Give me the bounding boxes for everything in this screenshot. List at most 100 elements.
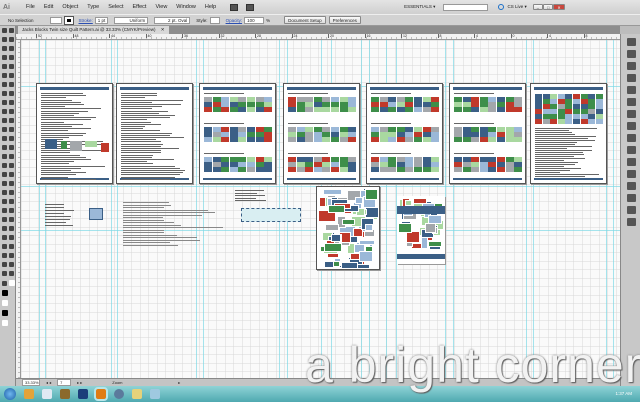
artboard-page[interactable] (36, 83, 113, 184)
explorer-taskbar-icon[interactable] (132, 389, 142, 399)
tool-icon[interactable] (2, 127, 7, 132)
tool-icon[interactable] (9, 145, 14, 150)
arrange-documents-icon[interactable] (246, 3, 255, 11)
artboard-page[interactable] (116, 83, 193, 184)
panel-icon[interactable] (627, 206, 636, 214)
cs-live-button[interactable]: CS Live ▾ (507, 4, 526, 10)
tool-icon[interactable] (2, 28, 7, 33)
artboard-canvas[interactable] (21, 40, 620, 378)
tool-icon[interactable] (2, 226, 7, 231)
artboard-number-field[interactable]: 7 (57, 379, 72, 386)
workspace-switcher[interactable]: ESSENTIALS ▾ (404, 4, 435, 10)
app-taskbar-icon[interactable] (114, 389, 124, 399)
tool-icon[interactable] (2, 118, 7, 123)
stroke-swatch[interactable] (63, 15, 74, 25)
tool-icon[interactable] (2, 244, 7, 249)
zoom-level-field[interactable]: 33.33% (22, 379, 40, 386)
tool-icon[interactable] (2, 320, 8, 326)
app-taskbar-icon[interactable] (150, 389, 160, 399)
panel-icon[interactable] (627, 146, 636, 154)
maximize-button[interactable]: □ (542, 4, 554, 10)
brush-definition[interactable]: 2 pt. Oval (154, 16, 191, 24)
tool-icon[interactable] (9, 37, 14, 42)
tool-icon[interactable] (9, 271, 14, 276)
stroke-label[interactable]: Stroke: (79, 18, 93, 23)
panel-icon[interactable] (627, 110, 636, 118)
preferences-button[interactable]: Preferences (328, 16, 361, 24)
tool-icon[interactable] (9, 226, 14, 231)
pattern-cover[interactable] (397, 196, 445, 264)
artboard-nav-prev[interactable]: ◂ ◂ (46, 380, 51, 385)
fill-swatch[interactable] (49, 16, 62, 24)
panel-icon[interactable] (627, 62, 636, 70)
artboard-page[interactable] (449, 83, 526, 184)
panel-icon[interactable] (627, 122, 636, 130)
tool-icon[interactable] (2, 109, 7, 114)
panel-icon[interactable] (627, 86, 636, 94)
menu-view[interactable]: View (155, 4, 167, 10)
tool-icon[interactable] (2, 100, 7, 105)
tool-icon[interactable] (2, 271, 7, 276)
tool-icon[interactable] (2, 145, 7, 150)
tool-icon[interactable] (9, 55, 14, 60)
document-tab[interactable]: Jacks Blocks Twin size Quilt Pattern.ai … (18, 26, 169, 34)
menu-select[interactable]: Select (108, 4, 123, 10)
chrome-taskbar-icon[interactable] (24, 389, 34, 399)
panel-icon[interactable] (627, 50, 636, 58)
tool-icon[interactable] (9, 82, 14, 87)
graphic-style-picker[interactable] (209, 16, 220, 24)
tool-icon[interactable] (2, 290, 8, 296)
tool-icon[interactable] (9, 118, 14, 123)
tool-icon[interactable] (9, 172, 14, 177)
tool-icon[interactable] (2, 235, 7, 240)
tool-icon[interactable] (2, 199, 7, 204)
panel-icon[interactable] (627, 98, 636, 106)
tool-icon[interactable] (9, 64, 14, 69)
tool-icon[interactable] (9, 163, 14, 168)
artboard-nav-next[interactable]: ▸ ▸ (77, 380, 82, 385)
tool-icon[interactable] (2, 310, 8, 316)
tool-icon[interactable] (9, 217, 14, 222)
tool-icon[interactable] (2, 217, 7, 222)
tool-icon[interactable] (9, 46, 14, 51)
tool-icon[interactable] (2, 172, 7, 177)
tool-icon[interactable] (2, 64, 7, 69)
document-setup-button[interactable]: Document Setup (284, 16, 326, 24)
menu-edit[interactable]: Edit (44, 4, 53, 10)
bridge-icon[interactable] (230, 3, 239, 11)
tool-icon[interactable] (2, 46, 7, 51)
panel-icon[interactable] (627, 38, 636, 46)
start-button[interactable] (4, 388, 16, 400)
panel-icon[interactable] (627, 170, 636, 178)
tool-icon[interactable] (9, 154, 14, 159)
panel-icon[interactable] (627, 74, 636, 82)
artboard-page[interactable] (283, 83, 360, 184)
menu-help[interactable]: Help (205, 4, 216, 10)
app-taskbar-icon[interactable] (60, 389, 70, 399)
tool-icon[interactable] (9, 91, 14, 96)
tool-icon[interactable] (2, 154, 7, 159)
tool-icon[interactable] (2, 300, 8, 306)
illustrator-taskbar-icon[interactable] (94, 387, 108, 401)
menu-window[interactable]: Window (176, 4, 196, 10)
tool-icon[interactable] (2, 37, 7, 42)
tool-icon[interactable] (2, 82, 7, 87)
menu-effect[interactable]: Effect (133, 4, 147, 10)
photoshop-taskbar-icon[interactable] (78, 389, 88, 399)
tool-icon[interactable] (9, 181, 14, 186)
menu-object[interactable]: Object (62, 4, 78, 10)
tool-icon[interactable] (9, 253, 14, 258)
artboard-page[interactable] (199, 83, 276, 184)
tool-icon[interactable] (9, 280, 15, 286)
search-input[interactable] (443, 3, 489, 11)
tool-icon[interactable] (9, 190, 14, 195)
opacity-label[interactable]: Opacity: (226, 18, 243, 23)
tool-icon[interactable] (2, 136, 7, 141)
panel-icon[interactable] (627, 182, 636, 190)
status-menu-arrow[interactable]: ▸ (178, 380, 180, 385)
menu-type[interactable]: Type (87, 4, 99, 10)
tool-icon[interactable] (9, 199, 14, 204)
tool-icon[interactable] (9, 262, 14, 267)
tool-icon[interactable] (2, 253, 7, 258)
tool-icon[interactable] (9, 109, 14, 114)
